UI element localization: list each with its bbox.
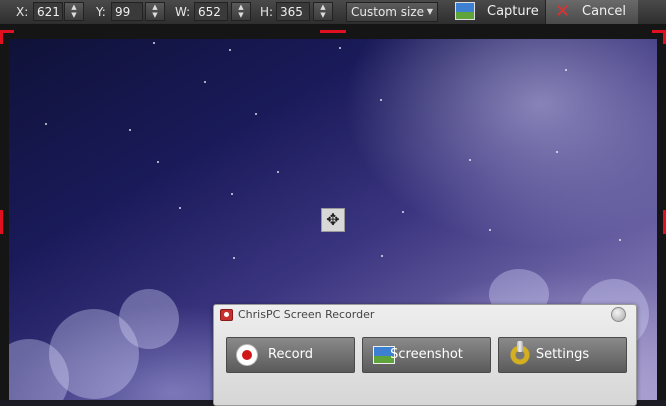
edge-marker-left[interactable] (0, 210, 3, 234)
star (556, 151, 558, 153)
capture-toolbar: X: 621 ▲ ▼ Y: 99 ▲ ▼ W: 652 ▲ ▼ H: 365 ▲… (0, 0, 666, 25)
w-input[interactable]: 652 (194, 2, 228, 21)
screenshot-label: Screenshot (390, 347, 463, 362)
star (204, 81, 206, 83)
settings-button[interactable]: Settings (498, 337, 627, 373)
star (157, 161, 159, 163)
spin-up-icon: ▲ (152, 3, 158, 11)
y-spinner[interactable]: ▲ ▼ (145, 2, 165, 21)
window-title: ChrisPC Screen Recorder (238, 308, 375, 321)
spin-down-icon: ▼ (320, 11, 326, 19)
star (229, 49, 231, 51)
y-input[interactable]: 99 (111, 2, 143, 21)
spin-up-icon: ▲ (71, 3, 77, 11)
x-input[interactable]: 621 (33, 2, 63, 21)
w-spinner[interactable]: ▲ ▼ (231, 2, 251, 21)
x-spinner[interactable]: ▲ ▼ (64, 2, 84, 21)
y-label: Y: (96, 5, 106, 19)
w-label: W: (175, 5, 191, 19)
screenshot-button[interactable]: Screenshot (362, 337, 491, 373)
star (179, 207, 181, 209)
close-icon: ✕ (555, 1, 571, 22)
cancel-button[interactable]: ✕ Cancel (545, 0, 638, 24)
h-input[interactable]: 365 (276, 2, 310, 21)
star (339, 47, 341, 49)
star (233, 257, 235, 259)
app-icon (220, 309, 233, 321)
spin-up-icon: ▲ (320, 3, 326, 11)
chevron-down-icon: ▼ (426, 7, 433, 16)
star (231, 193, 233, 195)
x-label: X: (16, 5, 29, 19)
size-mode-value: Custom size (351, 5, 425, 19)
star (129, 129, 131, 131)
landscape-picture-icon (455, 2, 475, 20)
close-icon[interactable] (611, 307, 626, 322)
move-icon[interactable]: ✥ (321, 208, 345, 232)
star (153, 42, 155, 44)
bokeh-light (119, 289, 179, 349)
settings-label: Settings (535, 347, 590, 362)
star (565, 69, 567, 71)
spin-up-icon: ▲ (238, 3, 244, 11)
record-button[interactable]: Record (226, 337, 355, 373)
star (489, 229, 491, 231)
h-spinner[interactable]: ▲ ▼ (313, 2, 333, 21)
cancel-label: Cancel (582, 4, 627, 19)
capture-region[interactable]: ✥ ChrisPC Screen Recorder Record Screens… (0, 24, 666, 406)
star (255, 113, 257, 115)
record-label: Record (268, 347, 313, 362)
star (469, 159, 471, 161)
star (619, 239, 621, 241)
size-mode-dropdown[interactable]: Custom size ▼ (346, 2, 438, 22)
edge-marker-top[interactable] (320, 30, 346, 33)
corner-marker-top-left[interactable] (0, 30, 3, 44)
spin-down-icon: ▼ (238, 11, 244, 19)
star (277, 171, 279, 173)
star (381, 255, 383, 257)
star (380, 99, 382, 101)
star (402, 211, 404, 213)
capture-button[interactable]: Capture (451, 0, 541, 24)
capture-label: Capture (487, 4, 539, 19)
spin-down-icon: ▼ (71, 11, 77, 19)
star (45, 123, 47, 125)
spin-down-icon: ▼ (152, 11, 158, 19)
h-label: H: (260, 5, 274, 19)
recorder-window: ChrisPC Screen Recorder Record Screensho… (213, 304, 637, 406)
